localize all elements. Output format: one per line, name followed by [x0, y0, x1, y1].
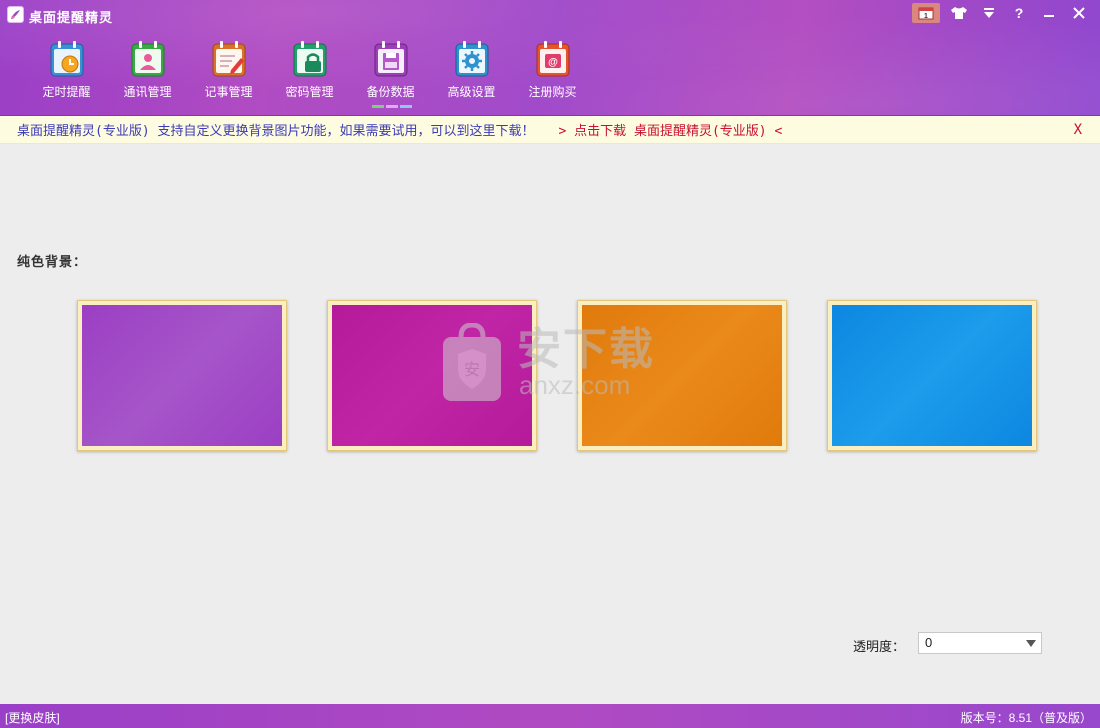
backup-icon — [374, 41, 407, 77]
notice-close-button[interactable]: X — [1074, 122, 1082, 138]
contacts-icon — [131, 41, 164, 77]
title-bar: 桌面提醒精灵 1 ? 定时提醒 通讯管理 记事管理 密码管理 备份数据 高级设置… — [0, 0, 1100, 116]
download-link[interactable]: > 点击下载 桌面提醒精灵(专业版) < — [558, 120, 782, 139]
version-text: 版本号：8.51（普及版） — [960, 711, 1092, 725]
toolbar-contacts[interactable]: 通讯管理 — [107, 40, 188, 106]
svg-text:@: @ — [548, 57, 558, 68]
password-icon — [293, 41, 326, 77]
toolbar-passwords[interactable]: 密码管理 — [269, 40, 350, 106]
promo-message: 桌面提醒精灵(专业版) 支持自定义更换背景图片功能，如果需要试用，可以到这里下载… — [17, 124, 535, 139]
watermark-small: anxz.com — [519, 370, 631, 400]
watermark: 安 安下载 anxz.com — [441, 318, 661, 408]
opacity-value: 0 — [925, 635, 933, 650]
settings-icon — [455, 41, 488, 77]
shield-watermark-icon: 安 — [443, 323, 501, 401]
active-tab-indicator — [372, 105, 412, 108]
alarm-clock-icon — [50, 41, 83, 77]
calendar-icon[interactable]: 1 — [912, 3, 940, 23]
swatch-fill — [832, 305, 1032, 446]
register-icon: @ — [536, 41, 569, 77]
chevron-down-icon — [1026, 640, 1036, 647]
minimize-icon[interactable] — [1034, 3, 1064, 23]
main-toolbar: 定时提醒 通讯管理 记事管理 密码管理 备份数据 高级设置 @ 注册购买 — [26, 40, 593, 108]
toolbar-timed-reminder[interactable]: 定时提醒 — [26, 40, 107, 106]
swatch-purple[interactable] — [77, 300, 287, 451]
skin-icon[interactable] — [944, 3, 974, 23]
toolbar-label: 记事管理 — [204, 85, 253, 99]
watermark-big: 安下载 — [517, 325, 655, 374]
toolbar-label: 备份数据 — [366, 85, 415, 99]
toolbar-advanced-settings[interactable]: 高级设置 — [431, 40, 512, 106]
opacity-label: 透明度： — [853, 639, 906, 654]
app-logo-icon — [7, 6, 24, 23]
toolbar-register-purchase[interactable]: @ 注册购买 — [512, 40, 593, 106]
close-icon[interactable] — [1064, 3, 1094, 23]
status-bar: [更换皮肤] 版本号：8.51（普及版） — [0, 704, 1100, 728]
app-title: 桌面提醒精灵 — [29, 10, 114, 25]
swatch-blue[interactable] — [827, 300, 1037, 451]
svg-text:安: 安 — [464, 360, 480, 379]
toolbar-label: 密码管理 — [285, 85, 334, 99]
solid-background-label: 纯色背景： — [17, 254, 88, 269]
toolbar-label: 通讯管理 — [123, 85, 172, 99]
toolbar-label: 定时提醒 — [42, 85, 91, 99]
swatch-fill — [82, 305, 282, 446]
window-controls: 1 ? — [912, 3, 1094, 23]
opacity-select[interactable]: 0 — [918, 632, 1042, 654]
toolbar-backup[interactable]: 备份数据 — [350, 40, 431, 108]
watermark-text: 安下载 anxz.com — [517, 325, 655, 400]
toolbar-label: 注册购买 — [528, 85, 577, 99]
menu-dropdown-icon[interactable] — [974, 3, 1004, 23]
notepad-icon — [212, 41, 245, 77]
help-icon[interactable]: ? — [1004, 3, 1034, 23]
toolbar-label: 高级设置 — [447, 85, 496, 99]
toolbar-notes[interactable]: 记事管理 — [188, 40, 269, 106]
svg-text:1: 1 — [924, 13, 928, 20]
promo-notice-bar: 桌面提醒精灵(专业版) 支持自定义更换背景图片功能，如果需要试用，可以到这里下载… — [0, 116, 1100, 144]
change-skin-link[interactable]: [更换皮肤] — [5, 709, 60, 726]
